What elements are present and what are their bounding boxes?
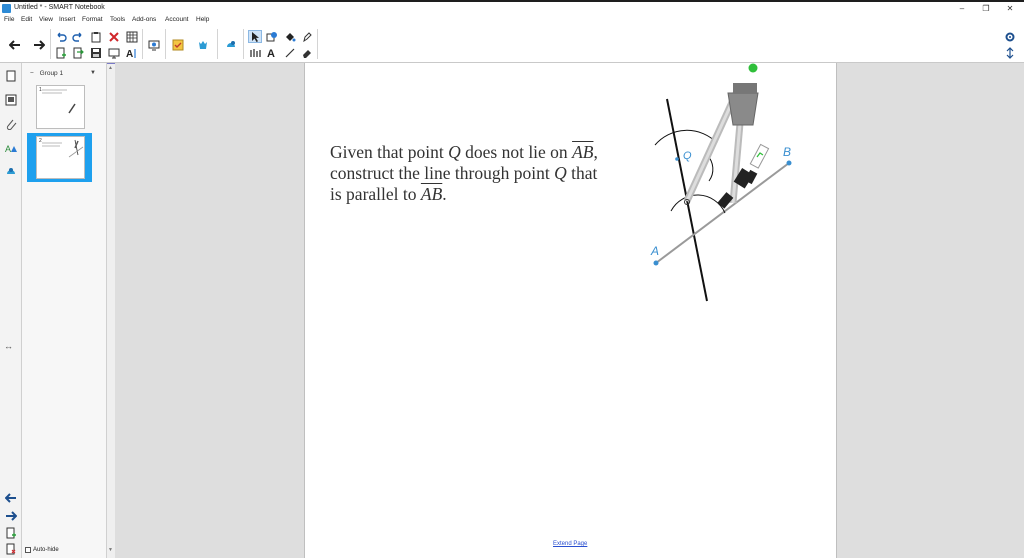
smart-notebook-icon [2,4,11,13]
arc-upper [654,129,718,146]
toolbar: A A [0,26,1024,63]
label-b: B [783,145,791,159]
back-icon[interactable] [8,38,22,51]
restore-button[interactable]: ❐ [974,3,998,14]
delete-page-icon[interactable] [4,542,18,556]
svg-text:A: A [267,48,275,59]
page-thumbnail-2[interactable]: 2 [36,136,85,179]
expand-icon[interactable] [1003,46,1017,59]
gallery-tab-icon[interactable] [4,93,18,107]
menu-bar: File Edit View Insert Format Tools Add-o… [0,15,1024,26]
window-title: Untitled * - SMART Notebook [14,4,105,11]
minimize-button[interactable]: – [950,3,974,14]
scroll-down-icon[interactable]: ▼ [108,547,113,553]
group-menu-icon[interactable]: ▼ [90,70,96,76]
notebook-page[interactable]: Given that point Q does not lie on AB, c… [304,63,837,558]
menu-account[interactable]: Account [165,16,189,23]
label-a: A [650,244,659,258]
table-icon[interactable] [125,30,139,43]
extend-page-link[interactable]: Extend Page [553,541,587,547]
previous-page-icon[interactable] [4,491,18,505]
line-icon[interactable] [283,46,297,59]
menu-tools[interactable]: Tools [110,16,125,23]
shapes-icon[interactable] [224,38,238,51]
forward-icon[interactable] [32,38,46,51]
workspace: Given that point Q does not lie on AB, c… [115,63,1024,558]
document-camera-icon[interactable] [147,38,161,51]
properties-tab-icon[interactable]: A [4,141,18,155]
measurement-icon[interactable] [248,46,262,59]
sorter-scrollbar[interactable]: ▲ ▼ [106,63,115,558]
point-q-marker [675,157,679,161]
autohide-checkbox[interactable] [25,547,31,553]
text-icon[interactable]: A [265,46,279,59]
menu-add-ons[interactable]: Add-ons [132,16,156,23]
line-ab [655,162,790,264]
screen-shade-icon[interactable] [107,46,121,59]
scroll-up-icon[interactable]: ▲ [108,65,113,71]
page-sorter-tab-icon[interactable] [4,69,18,83]
settings-icon[interactable] [1003,30,1017,43]
group-collapse-icon[interactable]: − [30,70,34,77]
page-thumbnail-1[interactable]: 1 [36,85,85,129]
select-icon[interactable] [248,30,262,43]
paste-icon[interactable] [89,30,103,43]
menu-format[interactable]: Format [82,16,103,23]
response-icon[interactable] [171,38,185,51]
pen-icon[interactable] [265,30,279,43]
label-q: Q [683,150,692,162]
point-b-marker [786,160,792,166]
delete-icon[interactable] [107,30,121,43]
sidebar-tabs: A [0,63,22,558]
attachments-tab-icon[interactable] [4,117,18,131]
group-label[interactable]: − Group 1 [30,70,63,77]
page-sorter: − Group 1 ▼ 1 2 Auto-hide ↔ ▲ ▼ [4,63,115,558]
menu-insert[interactable]: Insert [59,16,75,23]
arc-lower [670,194,726,214]
menu-edit[interactable]: Edit [21,16,32,23]
autohide-label: Auto-hide [33,547,59,553]
svg-text:A: A [126,49,133,59]
menu-view[interactable]: View [39,16,53,23]
font-text-icon[interactable]: A [125,46,139,59]
creative-pen-icon[interactable] [300,30,314,43]
open-icon[interactable] [71,46,85,59]
title-bar: Untitled * - SMART Notebook – ❐ ✕ [0,0,1024,15]
add-ons-icon[interactable] [196,38,210,51]
construction-drawing: A B Q [650,63,792,302]
svg-text:A: A [5,144,11,154]
resize-handle-icon[interactable]: ↔ [4,341,13,351]
close-button[interactable]: ✕ [998,3,1022,14]
menu-file[interactable]: File [4,16,14,23]
eraser-icon[interactable] [300,46,314,59]
next-page-icon[interactable] [4,509,18,523]
undo-icon[interactable] [54,30,68,43]
add-ons-tab-icon[interactable] [4,165,18,179]
smart-notebook-window: Untitled * - SMART Notebook – ❐ ✕ File E… [0,0,1024,558]
fill-icon[interactable] [283,30,297,43]
add-page-side-icon[interactable] [4,526,18,540]
autohide-toggle[interactable]: Auto-hide [25,547,59,553]
menu-help[interactable]: Help [196,16,209,23]
add-page-icon[interactable] [54,46,68,59]
save-icon[interactable] [89,46,103,59]
point-a-marker [653,260,659,266]
redo-icon[interactable] [71,30,85,43]
